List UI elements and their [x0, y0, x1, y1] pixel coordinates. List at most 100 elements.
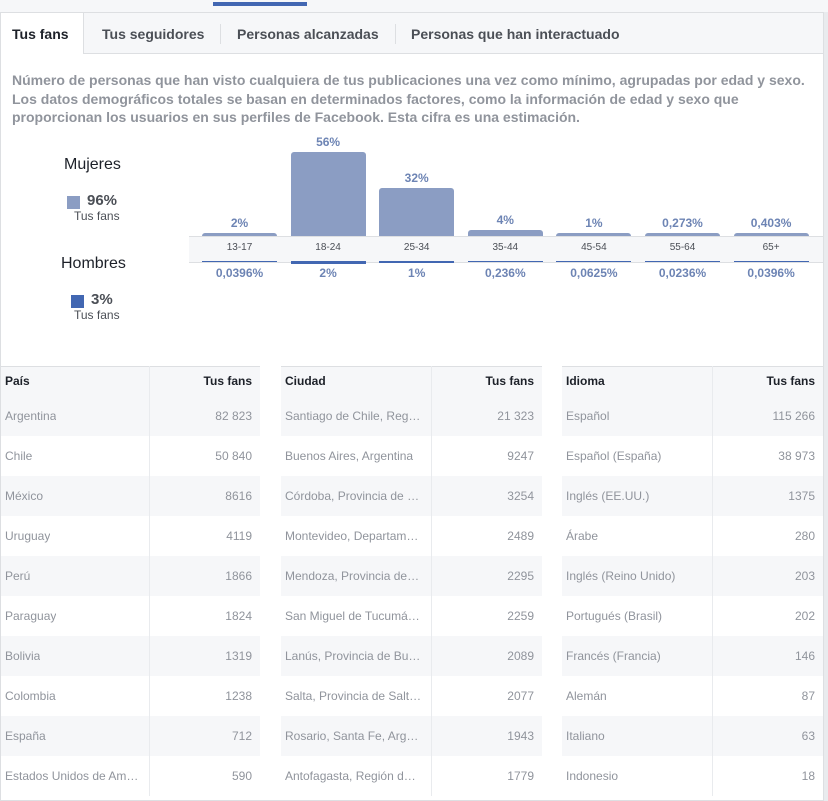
cell-fans: 18 — [801, 769, 815, 783]
table-header: Ciudad Tus fans — [281, 366, 542, 398]
table-row: Español 115 266 — [562, 396, 823, 436]
cell-name: Buenos Aires, Argentina — [285, 449, 414, 463]
label-men-25-34: 1% — [408, 266, 426, 280]
label-men-65+: 0,0396% — [747, 266, 795, 280]
bar-men-25-34 — [379, 261, 455, 263]
table-row: Mendoza, Provincia de… 2295 — [281, 556, 542, 596]
table-row: Perú 1866 — [1, 556, 260, 596]
cell-name: España — [5, 729, 46, 743]
table-row: Montevideo, Departam… 2489 — [281, 516, 542, 556]
bar-women-13-17 — [202, 233, 277, 236]
table-ciudad: Ciudad Tus fans Santiago de Chile, Reg… 21 … — [281, 366, 542, 798]
tick-55-64: 55-64 — [669, 242, 696, 253]
legend-women-label: Tus fans — [74, 209, 120, 223]
chart-description: Número de personas que han visto cualqui… — [12, 72, 805, 125]
active-section-indicator — [213, 2, 307, 6]
cell-fans: 2489 — [507, 529, 534, 543]
column-header-name[interactable]: Idioma — [566, 374, 605, 388]
cell-name: Córdoba, Provincia de … — [285, 489, 420, 503]
table-row: Chile 50 840 — [1, 436, 260, 476]
column-header-fans[interactable]: Tus fans — [204, 374, 252, 388]
cell-name: Español — [566, 409, 610, 423]
tick-25-34: 25-34 — [403, 242, 430, 253]
cell-name: Uruguay — [5, 529, 51, 543]
tab-tus-seguidores[interactable]: Tus seguidores — [102, 13, 204, 53]
legend-men-label: Tus fans — [74, 308, 120, 322]
bar-women-65+ — [733, 233, 809, 236]
cell-name: Español (España) — [566, 449, 662, 463]
label-men-18-24: 2% — [319, 266, 337, 280]
table-row: San Miguel de Tucumá… 2259 — [281, 596, 542, 636]
column-header-name[interactable]: País — [5, 374, 30, 388]
label-women-65+: 0,403% — [750, 216, 792, 230]
legend-women-swatch — [67, 196, 80, 209]
column-header-fans[interactable]: Tus fans — [767, 374, 815, 388]
label-women-35-44: 4% — [496, 213, 514, 227]
legend-women-percent: 96% — [87, 192, 118, 209]
bar-men-45-54 — [556, 261, 632, 262]
tick-18-24: 18-24 — [315, 242, 341, 253]
cell-name: Bolivia — [5, 649, 41, 663]
cell-fans: 1319 — [225, 649, 252, 663]
table-row: Francés (Francia) 146 — [562, 636, 823, 676]
table-row: Alemán 87 — [562, 676, 823, 716]
label-women-55-64: 0,273% — [662, 216, 703, 230]
cell-name: San Miguel de Tucumá… — [285, 609, 420, 623]
column-header-name[interactable]: Ciudad — [285, 374, 326, 388]
legend-women-title: Mujeres — [64, 156, 121, 173]
cell-fans: 2077 — [507, 689, 534, 703]
cell-name: Inglés (Reino Unido) — [566, 569, 676, 583]
label-men-35-44: 0,236% — [484, 266, 526, 280]
tab-divider — [395, 24, 396, 44]
cell-fans: 146 — [794, 649, 815, 663]
table-row: Rosario, Santa Fe, Arg… 1943 — [281, 716, 542, 756]
cell-fans: 2259 — [507, 609, 534, 623]
table-row: Indonesio 18 — [562, 756, 823, 796]
demographics-panel: Tus fans Tus seguidores Personas alcanza… — [0, 12, 824, 801]
cell-name: Indonesio — [566, 769, 619, 783]
cell-fans: 1779 — [507, 769, 534, 783]
cell-name: Inglés (EE.UU.) — [566, 489, 650, 503]
tab-divider — [220, 24, 221, 44]
cell-name: México — [5, 489, 44, 503]
label-women-25-34: 32% — [404, 171, 429, 185]
cell-fans: 1375 — [788, 489, 815, 503]
top-strip — [0, 0, 828, 12]
cell-name: Colombia — [5, 689, 56, 703]
cell-name: Santiago de Chile, Reg… — [285, 409, 421, 423]
table-row: Colombia 1238 — [1, 676, 260, 716]
bar-men-65+ — [733, 261, 809, 262]
table-row: Portugués (Brasil) 202 — [562, 596, 823, 636]
cell-fans: 1866 — [225, 569, 252, 583]
table-row: Español (España) 38 973 — [562, 436, 823, 476]
table-row: México 8616 — [1, 476, 260, 516]
tab-personas-interactuado[interactable]: Personas que han interactuado — [411, 13, 620, 53]
label-men-45-54: 0,0625% — [570, 266, 618, 280]
table-row: Italiano 63 — [562, 716, 823, 756]
table-row: Inglés (EE.UU.) 1375 — [562, 476, 823, 516]
tab-bar: Tus fans Tus seguidores Personas alcanza… — [1, 13, 823, 54]
table-row: Buenos Aires, Argentina 9247 — [281, 436, 542, 476]
cell-name: Alemán — [566, 689, 607, 703]
table-row: Salta, Provincia de Salt… 2077 — [281, 676, 542, 716]
label-men-13-17: 0,0396% — [215, 266, 264, 280]
cell-name: Perú — [5, 569, 31, 583]
bar-women-25-34 — [379, 188, 455, 236]
table-row: Lanús, Provincia de Bu… 2089 — [281, 636, 542, 676]
cell-name: Mendoza, Provincia de… — [285, 569, 420, 583]
bar-women-45-54 — [556, 233, 632, 236]
column-header-fans[interactable]: Tus fans — [486, 374, 534, 388]
cell-name: Lanús, Provincia de Bu… — [285, 649, 421, 663]
column-divider — [149, 366, 150, 796]
cell-fans: 280 — [794, 529, 815, 543]
cell-name: Montevideo, Departam… — [285, 529, 419, 543]
tab-personas-alcanzadas[interactable]: Personas alcanzadas — [237, 13, 379, 53]
legend-men-title: Hombres — [61, 255, 126, 272]
cell-name: Paraguay — [5, 609, 57, 623]
table-idioma: Idioma Tus fans Español 115 266 Español (Esp… — [562, 366, 823, 798]
cell-name: Chile — [5, 449, 33, 463]
tab-tus-fans[interactable]: Tus fans — [1, 13, 84, 54]
cell-name: Rosario, Santa Fe, Arg… — [285, 729, 419, 743]
table-row: Argentina 82 823 — [1, 396, 260, 436]
label-men-55-64: 0,0236% — [658, 266, 707, 280]
